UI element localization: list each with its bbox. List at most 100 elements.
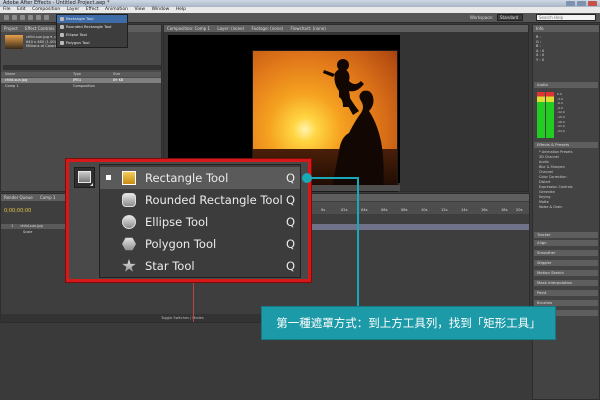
flyout-item-label: Polygon Tool xyxy=(145,237,217,251)
menu-layer[interactable]: Layer xyxy=(67,7,80,12)
rounded-rectangle-icon xyxy=(60,25,64,29)
menu-item-polygon-tool[interactable]: Polygon Tool xyxy=(57,39,127,47)
tab-render-queue[interactable]: Render Queue xyxy=(4,195,33,200)
rounded-rectangle-icon xyxy=(122,193,136,207)
brushes-panel-header[interactable]: Brushes xyxy=(534,300,598,306)
shape-tool-flyout-callout: Rectangle Tool Q Rounded Rectangle Tool … xyxy=(66,159,311,282)
tab-effect-controls[interactable]: Effect Controls xyxy=(25,26,54,31)
info-readout: R : G : B : A : 0 X : 0 Y : 0 xyxy=(536,35,544,63)
layer-duration-bar[interactable] xyxy=(301,224,529,230)
tab-comp-1[interactable]: Comp 1 xyxy=(40,195,56,200)
menu-item-label: Rounded Rectangle Tool xyxy=(66,24,112,29)
ruler-tick: 0s xyxy=(321,208,326,212)
search-help-input[interactable]: Search Help xyxy=(536,14,596,21)
motion-sketch-panel-header[interactable]: Motion Sketch xyxy=(534,270,598,276)
shortcut-key: Q xyxy=(286,237,296,251)
ruler-tick: 14s xyxy=(461,208,468,212)
wiggler-panel-header[interactable]: Wiggler xyxy=(534,260,598,266)
item-type: JPEG xyxy=(73,78,82,82)
paint-panel-header[interactable]: Paint xyxy=(534,290,598,296)
close-icon[interactable] xyxy=(588,1,597,6)
item-type: Composition xyxy=(73,84,95,88)
selection-tool-icon[interactable] xyxy=(4,15,9,20)
tab-flowchart[interactable]: Flowchart: (none) xyxy=(291,26,326,31)
menu-file[interactable]: File xyxy=(3,7,11,12)
pan-behind-tool-icon[interactable] xyxy=(44,15,49,20)
menu-item-label: Ellipse Tool xyxy=(66,32,87,37)
flyout-item-label: Ellipse Tool xyxy=(145,215,209,229)
rectangle-icon xyxy=(122,171,136,185)
toggle-switches-modes[interactable]: Toggle Switches / Modes xyxy=(161,316,204,320)
tracker-panel-header[interactable]: Tracker xyxy=(534,232,598,238)
menu-animation[interactable]: Animation xyxy=(105,7,128,12)
ruler-tick: 06s xyxy=(381,208,388,212)
flyout-item-polygon-tool[interactable]: Polygon Tool Q xyxy=(100,233,300,255)
footage-thumbnail xyxy=(5,35,23,49)
flyout-indicator-icon xyxy=(90,183,93,186)
tab-project[interactable]: Project xyxy=(4,26,18,31)
menu-window[interactable]: Window xyxy=(152,7,170,12)
rotate-tool-icon[interactable] xyxy=(28,15,33,20)
align-panel-header[interactable]: Align xyxy=(534,240,598,246)
hand-tool-icon[interactable] xyxy=(12,15,17,20)
shortcut-key: Q xyxy=(286,259,296,273)
tab-layer[interactable]: Layer: (none) xyxy=(217,26,244,31)
audio-panel-header[interactable]: Audio xyxy=(534,82,598,88)
project-search-input[interactable] xyxy=(3,65,161,70)
audio-tick: -15.0 xyxy=(557,114,565,119)
tab-footage[interactable]: Footage: (none) xyxy=(251,26,283,31)
mask-interpolation-panel-header[interactable]: Mask Interpolation xyxy=(534,280,598,286)
menu-item-rounded-rectangle-tool[interactable]: Rounded Rectangle Tool xyxy=(57,23,127,31)
window-title-bar: Adobe After Effects - Untitled Project.a… xyxy=(0,0,600,7)
composition-tabbar: Composition: Comp 1 Layer: (none) Footag… xyxy=(164,25,528,32)
flyout-item-rectangle-tool[interactable]: Rectangle Tool Q xyxy=(100,167,300,189)
info-tabbar: Info xyxy=(533,25,599,32)
maximize-icon[interactable] xyxy=(577,1,586,6)
current-time-indicator[interactable] xyxy=(193,282,194,322)
minimize-icon[interactable] xyxy=(566,1,575,6)
effects-category[interactable]: Noise & Grain xyxy=(534,205,598,210)
flyout-item-label: Rounded Rectangle Tool xyxy=(145,193,283,207)
menu-item-label: Polygon Tool xyxy=(66,40,90,45)
menu-item-label: Rectangle Tool xyxy=(66,16,94,21)
property-name: Scale xyxy=(23,230,33,234)
shortcut-key: Q xyxy=(286,171,296,185)
flyout-item-star-tool[interactable]: Star Tool Q xyxy=(100,255,300,277)
ruler-tick: 16s xyxy=(481,208,488,212)
menu-composition[interactable]: Composition xyxy=(32,7,60,12)
info-line: Y : 0 xyxy=(536,57,544,62)
project-item[interactable]: child-sun.jpg JPEG 89 KB xyxy=(1,78,161,83)
menu-view[interactable]: View xyxy=(134,7,145,12)
shape-tool-button[interactable] xyxy=(74,167,95,188)
right-panels: Info R : G : B : A : 0 X : 0 Y : 0 xyxy=(532,24,600,400)
time-ruler[interactable]: 0s 02s 04s 06s 08s 10s 12s 14s 16s 18s 2… xyxy=(301,202,529,214)
flyout-item-ellipse-tool[interactable]: Ellipse Tool Q xyxy=(100,211,300,233)
menu-item-rectangle-tool[interactable]: Rectangle Tool xyxy=(57,15,127,23)
menu-effect[interactable]: Effect xyxy=(86,7,99,12)
flyout-item-rounded-rectangle-tool[interactable]: Rounded Rectangle Tool Q xyxy=(100,189,300,211)
tab-composition[interactable]: Composition: Comp 1 xyxy=(167,26,210,31)
ruler-tick: 02s xyxy=(341,208,348,212)
window-title: Adobe After Effects - Untitled Project.a… xyxy=(3,0,110,6)
shape-tool-flyout-menu: Rectangle Tool Q Rounded Rectangle Tool … xyxy=(99,164,301,278)
zoom-tool-icon[interactable] xyxy=(20,15,25,20)
camera-tool-icon[interactable] xyxy=(36,15,41,20)
menu-item-ellipse-tool[interactable]: Ellipse Tool xyxy=(57,31,127,39)
rectangle-icon xyxy=(60,17,64,21)
callout-connector-line xyxy=(311,177,358,179)
flyout-item-label: Star Tool xyxy=(145,259,195,273)
item-name: child-sun.jpg xyxy=(5,78,28,82)
current-time-display[interactable]: 0;00;00;00 xyxy=(4,208,31,214)
menu-help[interactable]: Help xyxy=(176,7,186,12)
column-size[interactable]: Size xyxy=(113,72,120,77)
layer-name: child-sun.jpg xyxy=(20,224,43,228)
project-item[interactable]: Comp 1 Composition xyxy=(1,84,161,89)
column-name[interactable]: Name xyxy=(5,72,15,77)
tab-info[interactable]: Info xyxy=(536,26,544,31)
menu-edit[interactable]: Edit xyxy=(17,7,26,12)
column-type[interactable]: Type xyxy=(73,72,81,77)
smoother-panel-header[interactable]: Smoother xyxy=(534,250,598,256)
workspace-select[interactable]: Standard xyxy=(497,14,523,21)
flyout-item-label: Rectangle Tool xyxy=(145,171,229,185)
effects-presets-header[interactable]: Effects & Presets xyxy=(534,142,598,148)
